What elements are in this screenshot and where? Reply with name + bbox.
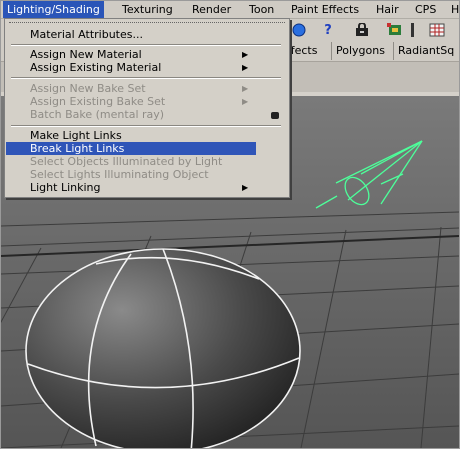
menu-render[interactable]: Render — [188, 1, 235, 18]
tear-off-line[interactable] — [9, 22, 285, 25]
menubar: Lighting/Shading Texturing Render Toon P… — [1, 1, 459, 19]
menu-hair[interactable]: Hair — [372, 1, 403, 18]
menu-item-label: Assign Existing Bake Set — [30, 95, 166, 108]
menu-item-label: Break Light Links — [30, 142, 125, 155]
submenu-arrow-icon: ▶ — [242, 63, 249, 72]
menu-item-assign-existing-material[interactable]: Assign Existing Material ▶ — [6, 61, 256, 74]
menu-item-label: Assign New Material — [30, 48, 142, 61]
submenu-arrow-icon: ▶ — [242, 84, 249, 93]
help-icon[interactable]: ? — [319, 21, 337, 39]
menu-item-assign-new-bake-set: Assign New Bake Set ▶ — [6, 82, 256, 95]
shelf-tab-polygons[interactable]: Polygons — [331, 42, 389, 60]
option-box-icon[interactable] — [271, 112, 279, 119]
lighting-shading-dropdown: Material Attributes... Assign New Materi… — [4, 18, 290, 198]
menu-cps[interactable]: CPS — [411, 1, 440, 18]
orb-icon[interactable] — [290, 21, 308, 39]
submenu-arrow-icon: ▶ — [242, 50, 249, 59]
menu-overflow[interactable]: H — [447, 1, 459, 18]
menu-item-label: Light Linking — [30, 181, 101, 194]
menu-toon[interactable]: Toon — [245, 1, 278, 18]
submenu-arrow-icon: ▶ — [242, 183, 249, 192]
menu-item-make-light-links[interactable]: Make Light Links — [6, 129, 256, 142]
hypershade-icon[interactable] — [428, 21, 446, 39]
menu-item-label: Assign New Bake Set — [30, 82, 146, 95]
menu-separator — [11, 77, 281, 79]
menu-item-select-objects-illuminated: Select Objects Illuminated by Light — [6, 155, 256, 168]
submenu-arrow-icon: ▶ — [242, 97, 249, 106]
menu-paint-effects[interactable]: Paint Effects — [287, 1, 363, 18]
toolbar-separator — [411, 23, 414, 37]
sphere-object[interactable] — [25, 248, 301, 448]
menu-separator — [11, 44, 281, 46]
menu-item-label: Batch Bake (mental ray) — [30, 108, 165, 121]
menu-item-label: Select Lights Illuminating Object — [30, 168, 209, 181]
menu-item-assign-new-material[interactable]: Assign New Material ▶ — [6, 48, 256, 61]
menu-texturing[interactable]: Texturing — [118, 1, 177, 18]
shelf-tab-radiantsq[interactable]: RadiantSq — [393, 42, 458, 60]
render-icon[interactable] — [386, 21, 404, 39]
lock-icon[interactable] — [353, 21, 371, 39]
menu-item-break-light-links[interactable]: Break Light Links — [6, 142, 256, 155]
menu-item-light-linking[interactable]: Light Linking ▶ — [6, 181, 256, 194]
menu-item-label: Select Objects Illuminated by Light — [30, 155, 223, 168]
maya-window: Lighting/Shading Texturing Render Toon P… — [0, 0, 460, 449]
menu-item-material-attributes[interactable]: Material Attributes... — [6, 28, 256, 41]
menu-item-select-lights-illuminating: Select Lights Illuminating Object — [6, 168, 256, 181]
menu-item-assign-existing-bake-set: Assign Existing Bake Set ▶ — [6, 95, 256, 108]
menu-item-batch-bake: Batch Bake (mental ray) — [6, 108, 256, 121]
menu-item-label: Make Light Links — [30, 129, 122, 142]
menu-lighting-shading[interactable]: Lighting/Shading — [3, 1, 104, 18]
menu-separator — [11, 125, 281, 127]
menu-item-label: Assign Existing Material — [30, 61, 162, 74]
menu-item-label: Material Attributes... — [30, 28, 143, 41]
